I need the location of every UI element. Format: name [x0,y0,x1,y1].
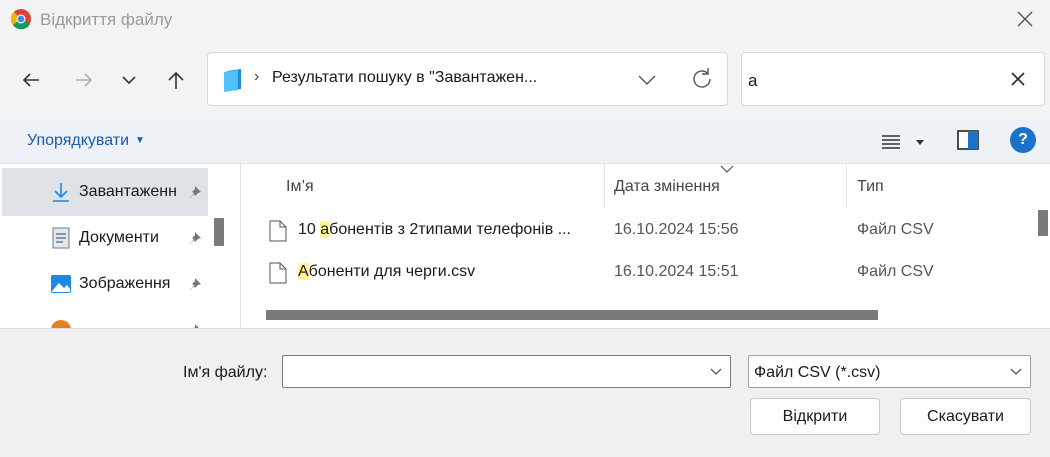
close-icon[interactable] [1010,4,1040,34]
filename-input[interactable] [282,355,731,388]
sidebar-item-documents[interactable]: Документи [2,214,208,262]
file-row[interactable]: 10 абонентів з 2типами телефонів ... 16.… [241,209,1031,251]
sidebar-item-label: Документи [79,229,159,246]
cancel-button[interactable]: Скасувати [900,398,1031,435]
window-title: Відкриття файлу [40,10,173,29]
file-icon [269,262,287,284]
file-icon [269,220,287,242]
file-list-view: Ім’я Дата змінення Тип 10 абонентів з 2т… [240,164,1030,328]
arrow-right-icon [76,73,93,87]
search-results-folder-icon [224,69,241,92]
search-highlight: А [298,263,309,280]
column-header-name[interactable]: Ім’я [241,164,605,209]
help-icon[interactable]: ? [1010,127,1036,153]
close-icon[interactable] [1006,67,1030,91]
file-type: Файл CSV [857,263,934,280]
filetype-select[interactable]: Файл CSV (*.csv) [748,355,1031,388]
navigation-bar: › Результати пошуку в "Завантажен... а [0,38,1050,118]
back-button[interactable] [13,62,49,98]
organize-label: Упорядкувати [27,132,130,149]
file-row[interactable]: Абоненти для черги.csv 16.10.2024 15:51 … [241,251,1031,293]
arrow-left-icon [22,73,39,87]
file-name: 10 абонентів з 2типами телефонів ... [298,221,571,238]
sidebar-item-downloads[interactable]: Завантаженн [2,168,208,216]
arrow-up-icon [168,71,184,89]
file-list: Ім’я Дата змінення Тип 10 абонентів з 2т… [228,164,1050,328]
view-options-icon[interactable] [880,130,928,154]
caret-down-icon: ▼ [135,135,145,146]
chevron-down-icon [122,76,136,85]
breadcrumb-separator: › [254,68,260,85]
sidebar-item-pictures[interactable]: Зображення [2,260,208,308]
documents-icon [52,227,70,249]
sidebar-item-label: Зображення [79,275,171,292]
search-input[interactable]: а [748,71,757,91]
recent-locations-button[interactable] [111,62,147,98]
horizontal-scrollbar[interactable] [266,310,878,320]
chevron-down-icon [1010,368,1022,375]
pictures-icon [51,275,71,293]
sidebar-item-label: Завантаженн [79,183,177,200]
column-header-type[interactable]: Тип [847,164,1031,209]
navigation-pane: Завантаженн Документи Зображення [0,164,228,328]
chevron-down-icon[interactable] [634,67,660,93]
sidebar-item-music[interactable] [2,306,208,328]
file-date: 16.10.2024 15:56 [614,221,739,238]
music-icon [51,320,71,328]
file-date: 16.10.2024 15:51 [614,263,739,280]
sidebar-scrollbar[interactable] [214,218,224,246]
title-bar: Відкриття файлу [0,0,1050,38]
dialog-footer: Ім'я файлу: Файл CSV (*.csv) Відкрити Ск… [0,328,1050,457]
pin-icon[interactable] [186,230,204,248]
search-box[interactable]: а [741,52,1045,106]
preview-pane-icon[interactable] [956,128,980,152]
address-bar[interactable]: › Результати пошуку в "Завантажен... [207,52,728,106]
forward-button[interactable] [66,62,102,98]
filename-label: Ім'я файлу: [183,364,268,381]
pin-icon[interactable] [186,276,204,294]
breadcrumb[interactable]: Результати пошуку в "Завантажен... [272,69,537,87]
pin-icon[interactable] [186,184,204,202]
column-header-label: Ім’я [286,178,314,195]
vertical-scrollbar[interactable] [1038,210,1048,236]
command-bar: Упорядкувати ▼ ? [0,118,1050,164]
file-name: Абоненти для черги.csv [298,263,476,280]
file-type: Файл CSV [857,221,934,238]
search-highlight: а [320,221,330,238]
filetype-value: Файл CSV (*.csv) [754,364,881,381]
download-icon [53,183,69,202]
chrome-icon [11,9,31,30]
open-button[interactable]: Відкрити [750,398,880,435]
organize-button[interactable]: Упорядкувати ▼ [27,132,145,150]
up-button[interactable] [158,62,194,98]
column-header-label: Тип [857,178,884,195]
column-header-date[interactable]: Дата змінення [605,164,847,209]
column-header-label: Дата змінення [614,178,720,195]
refresh-icon[interactable] [688,65,716,93]
chevron-down-icon[interactable] [708,364,724,380]
